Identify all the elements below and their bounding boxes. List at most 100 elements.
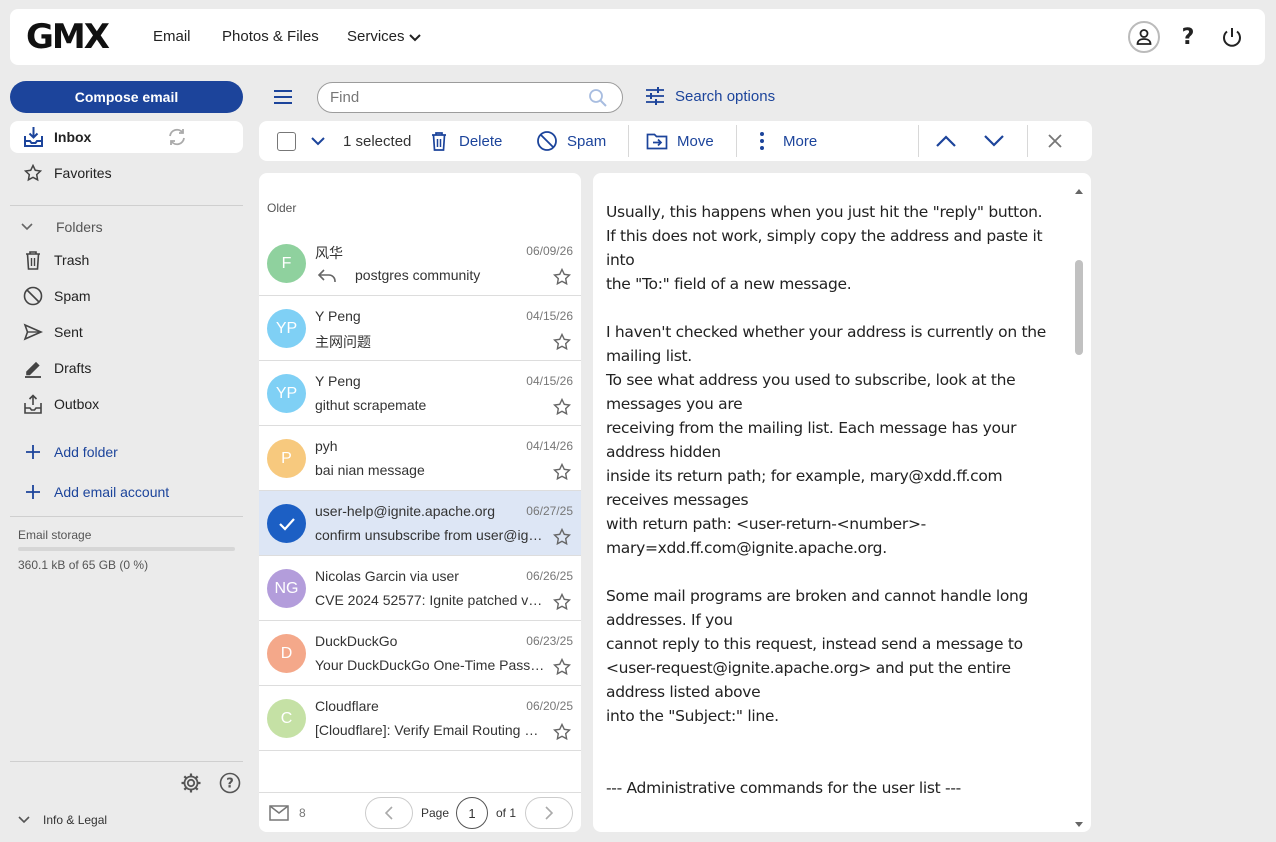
next-mail-button[interactable] xyxy=(983,121,1005,161)
list-item[interactable]: C Cloudflare 06/20/25 [Cloudflare]: Veri… xyxy=(259,686,581,751)
prev-page-button[interactable] xyxy=(365,797,413,829)
sidebar-item-inbox[interactable]: Inbox xyxy=(10,121,243,153)
page-number-input[interactable]: 1 xyxy=(456,797,488,829)
list-item[interactable]: NG Nicolas Garcin via user 06/26/25 CVE … xyxy=(259,556,581,621)
folders-header[interactable]: Folders xyxy=(10,211,243,243)
chevron-left-icon xyxy=(385,806,393,820)
search-box xyxy=(317,82,623,113)
avatar: YP xyxy=(267,374,306,413)
menu-icon[interactable] xyxy=(271,86,295,108)
mail-date: 06/27/25 xyxy=(526,504,573,518)
logout-icon[interactable] xyxy=(1216,21,1248,53)
list-item[interactable]: F 风华 06/09/26 postgres community xyxy=(259,231,581,296)
mail-subject: [Cloudflare]: Verify Email Routing addre… xyxy=(315,722,545,738)
add-email-account-label: Add email account xyxy=(54,484,170,500)
sidebar-item-drafts-label: Drafts xyxy=(54,360,92,376)
add-email-account-button[interactable]: Add email account xyxy=(10,476,243,508)
plus-icon xyxy=(10,484,54,500)
previous-mail-button[interactable] xyxy=(935,121,957,161)
sidebar-divider xyxy=(10,205,243,206)
sidebar-item-sent-label: Sent xyxy=(54,324,83,340)
mail-subject: 主网问题 xyxy=(315,334,371,350)
sliders-icon xyxy=(646,87,664,105)
scroll-up-arrow[interactable] xyxy=(1074,182,1084,200)
mail-sender: Y Peng xyxy=(315,373,361,389)
settings-icon[interactable] xyxy=(180,772,202,799)
sidebar-divider xyxy=(10,761,243,762)
mail-subject: postgres community xyxy=(355,267,481,283)
sidebar-item-favorites-label: Favorites xyxy=(54,165,112,181)
selection-dropdown[interactable] xyxy=(311,121,325,161)
chevron-down-icon xyxy=(10,223,44,231)
close-icon xyxy=(1048,134,1062,148)
star-icon[interactable] xyxy=(552,267,572,291)
list-item[interactable]: YP Y Peng 04/15/26 主网问题 xyxy=(259,296,581,361)
star-icon[interactable] xyxy=(552,527,572,551)
list-pagination: 8 Page 1 of 1 xyxy=(259,792,581,832)
toolbar-divider xyxy=(1027,125,1028,157)
add-folder-label: Add folder xyxy=(54,444,118,460)
mail-count-icon xyxy=(269,805,289,826)
sidebar-item-inbox-label: Inbox xyxy=(54,129,92,145)
nav-email[interactable]: Email xyxy=(153,28,191,45)
list-item[interactable]: P pyh 04/14/26 bai nian message xyxy=(259,426,581,491)
mail-list: Older F 风华 06/09/26 postgres community Y… xyxy=(259,173,581,832)
refresh-icon[interactable] xyxy=(166,127,188,152)
scroll-down-arrow[interactable] xyxy=(1074,815,1084,832)
search-options-button[interactable]: Search options xyxy=(644,86,775,106)
action-bar: 1 selected Delete Spam Move More xyxy=(259,121,1092,161)
scrollbar-thumb[interactable] xyxy=(1075,260,1083,355)
more-vertical-icon xyxy=(760,132,764,150)
select-all-checkbox[interactable] xyxy=(277,121,296,161)
search-input[interactable] xyxy=(330,89,580,106)
star-icon[interactable] xyxy=(552,462,572,486)
star-icon[interactable] xyxy=(552,657,572,681)
list-item-selected[interactable]: user-help@ignite.apache.org 06/27/25 con… xyxy=(259,491,581,556)
mail-date: 04/14/26 xyxy=(526,439,573,453)
compose-email-button[interactable]: Compose email xyxy=(10,81,243,113)
mail-sender: 风华 xyxy=(315,245,343,261)
spam-button[interactable]: Spam xyxy=(536,121,606,161)
inbox-icon xyxy=(23,126,44,153)
mail-date: 04/15/26 xyxy=(526,374,573,388)
avatar: YP xyxy=(267,309,306,348)
mail-sender: Y Peng xyxy=(315,308,361,324)
list-item[interactable]: YP Y Peng 04/15/26 githut scrapemate xyxy=(259,361,581,426)
more-button[interactable]: More xyxy=(759,121,817,161)
sidebar-item-sent[interactable]: Sent xyxy=(10,316,243,348)
toolbar-divider xyxy=(918,125,919,157)
sidebar-item-outbox[interactable]: Outbox xyxy=(10,388,243,420)
delete-button[interactable]: Delete xyxy=(430,121,502,161)
selected-check-avatar[interactable] xyxy=(267,504,306,543)
info-legal-toggle[interactable]: Info & Legal xyxy=(10,804,243,836)
nav-photos-files[interactable]: Photos & Files xyxy=(222,28,319,45)
mail-sender: Nicolas Garcin via user xyxy=(315,568,459,584)
next-page-button[interactable] xyxy=(525,797,573,829)
help-icon[interactable]: ? xyxy=(1172,21,1204,53)
mail-body: Usually, this happens when you just hit … xyxy=(606,203,1047,797)
mail-date: 06/20/25 xyxy=(526,699,573,713)
gmx-logo[interactable]: GMX xyxy=(26,19,110,55)
mail-subject: Your DuckDuckGo One-Time Passphrase xyxy=(315,657,545,673)
search-icon[interactable] xyxy=(588,88,608,113)
help-icon[interactable]: ? xyxy=(219,772,241,799)
sidebar-item-drafts[interactable]: Drafts xyxy=(10,352,243,384)
close-reader-button[interactable] xyxy=(1047,121,1063,161)
spam-label: Spam xyxy=(567,132,607,150)
avatar: NG xyxy=(267,569,306,608)
star-icon[interactable] xyxy=(552,592,572,616)
sidebar-item-trash[interactable]: Trash xyxy=(10,244,243,276)
sent-icon xyxy=(10,323,54,341)
star-icon[interactable] xyxy=(552,332,572,356)
sidebar-item-favorites[interactable]: Favorites xyxy=(10,157,243,189)
add-folder-button[interactable]: Add folder xyxy=(10,436,243,468)
move-button[interactable]: Move xyxy=(646,121,714,161)
star-icon[interactable] xyxy=(552,397,572,421)
star-icon[interactable] xyxy=(552,722,572,746)
nav-services[interactable]: Services xyxy=(347,28,421,45)
list-item[interactable]: D DuckDuckGo 06/23/25 Your DuckDuckGo On… xyxy=(259,621,581,686)
mail-subject: CVE 2024 52577: Ignite patched version xyxy=(315,592,545,608)
sidebar-item-spam[interactable]: Spam xyxy=(10,280,243,312)
avatar: D xyxy=(267,634,306,673)
account-icon[interactable] xyxy=(1128,21,1160,53)
